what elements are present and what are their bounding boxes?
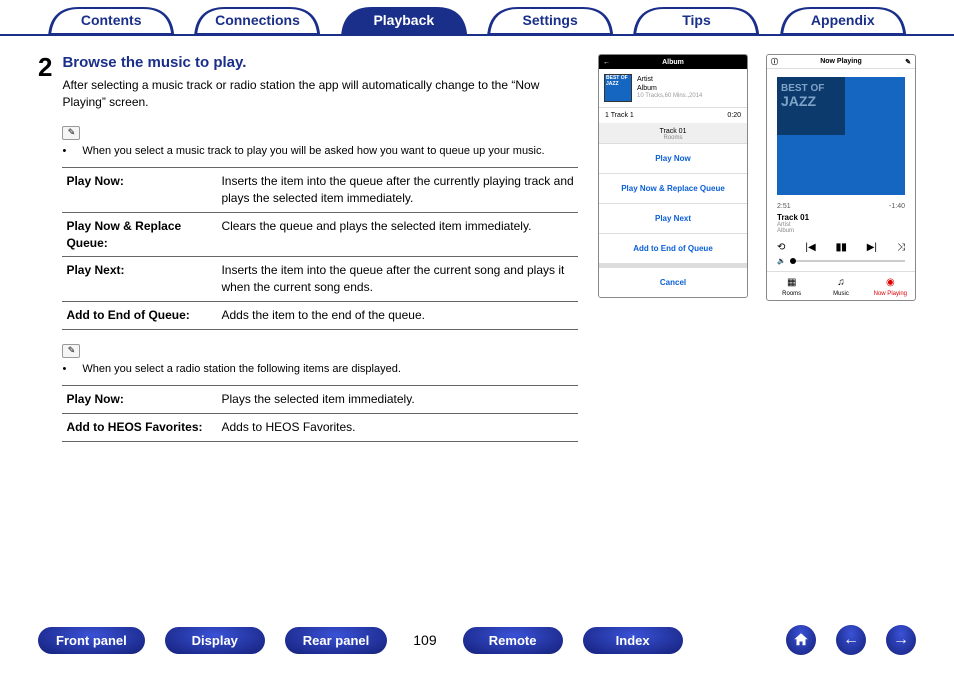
sheet-header: Track 01 Rooms bbox=[599, 124, 747, 144]
pause-icon[interactable]: ▮▮ bbox=[836, 242, 847, 253]
album-header: BEST OF JAZZ Artist Album 10 Tracks,60 M… bbox=[599, 69, 747, 108]
tab-connections[interactable]: Connections bbox=[184, 6, 330, 34]
tab-settings[interactable]: Settings bbox=[477, 6, 623, 34]
table-row: Add to HEOS Favorites:Adds to HEOS Favor… bbox=[62, 413, 578, 441]
radio-options-table: Play Now:Plays the selected item immedia… bbox=[62, 385, 578, 442]
album-meta: 10 Tracks,60 Mins.,2014 bbox=[637, 93, 702, 101]
queue-options-table: Play Now:Inserts the item into the queue… bbox=[62, 167, 578, 330]
tab-music[interactable]: ♫Music bbox=[816, 272, 865, 300]
top-tabs: Contents Connections Playback Settings T… bbox=[0, 0, 954, 36]
tab-rooms[interactable]: ▦Rooms bbox=[767, 272, 816, 300]
music-icon: ♫ bbox=[816, 275, 865, 291]
album-artist: Artist bbox=[637, 75, 702, 84]
step-title: Browse the music to play. bbox=[62, 54, 578, 71]
rooms-icon: ▦ bbox=[767, 275, 816, 291]
sheet-cancel[interactable]: Cancel bbox=[599, 268, 747, 297]
table-row: Play Now:Inserts the item into the queue… bbox=[62, 168, 578, 213]
display-button[interactable]: Display bbox=[165, 627, 265, 654]
info-icon: ⓘ bbox=[771, 57, 778, 67]
note-1: When you select a music track to play yo… bbox=[82, 144, 544, 159]
sheet-add-end[interactable]: Add to End of Queue bbox=[599, 234, 747, 264]
table-row: Play Now:Plays the selected item immedia… bbox=[62, 386, 578, 414]
next-page-button[interactable]: → bbox=[886, 625, 916, 655]
front-panel-button[interactable]: Front panel bbox=[38, 627, 145, 654]
home-button[interactable] bbox=[786, 625, 816, 655]
prev-page-button[interactable]: ← bbox=[836, 625, 866, 655]
index-button[interactable]: Index bbox=[583, 627, 683, 654]
note-2: When you select a radio station the foll… bbox=[82, 362, 401, 377]
table-row: Add to End of Queue:Adds the item to the… bbox=[62, 301, 578, 329]
elapsed-time: 2:51 bbox=[777, 203, 791, 210]
sheet-play-now[interactable]: Play Now bbox=[599, 144, 747, 174]
bottom-tabs: ▦Rooms ♫Music ◉Now Playing bbox=[767, 271, 915, 300]
tab-appendix[interactable]: Appendix bbox=[770, 6, 916, 34]
table-row: Play Next:Inserts the item into the queu… bbox=[62, 257, 578, 302]
playback-controls: ⟲ |◀ ▮▮ ▶| ⤨ bbox=[767, 234, 915, 257]
note-icon: ✎ bbox=[62, 344, 80, 358]
album-name: Album bbox=[637, 84, 702, 93]
now-playing-icon: ◉ bbox=[866, 275, 915, 291]
sheet-play-now-replace[interactable]: Play Now & Replace Queue bbox=[599, 174, 747, 204]
now-playing-artwork: BEST OFJAZZ bbox=[777, 77, 905, 195]
speaker-icon: 🔉 bbox=[777, 257, 786, 265]
next-icon[interactable]: ▶| bbox=[867, 242, 877, 253]
page-number: 109 bbox=[413, 632, 436, 648]
repeat-icon[interactable]: ⟲ bbox=[777, 242, 785, 253]
remote-button[interactable]: Remote bbox=[463, 627, 563, 654]
step-number: 2 bbox=[38, 54, 52, 80]
track-row: 1 Track 10:20 bbox=[599, 108, 747, 124]
tab-contents[interactable]: Contents bbox=[38, 6, 184, 34]
tab-now-playing[interactable]: ◉Now Playing bbox=[866, 272, 915, 300]
tab-playback[interactable]: Playback bbox=[331, 6, 477, 34]
album-thumbnail: BEST OF JAZZ bbox=[604, 74, 632, 102]
back-icon: ← bbox=[603, 59, 610, 66]
phone-title: Album bbox=[662, 59, 684, 66]
rear-panel-button[interactable]: Rear panel bbox=[285, 627, 387, 654]
table-row: Play Now & Replace Queue:Clears the queu… bbox=[62, 212, 578, 257]
np-track-title: Track 01 bbox=[777, 213, 905, 222]
volume-slider[interactable]: 🔉 bbox=[767, 257, 915, 271]
footer-nav: Front panel Display Rear panel 109 Remot… bbox=[0, 625, 954, 655]
step-description: After selecting a music track or radio s… bbox=[62, 77, 578, 112]
tab-tips[interactable]: Tips bbox=[623, 6, 769, 34]
phone-title: Now Playing bbox=[820, 58, 862, 65]
remaining-time: -1:40 bbox=[889, 203, 905, 210]
phone-now-playing: ⓘ Now Playing ✎ BEST OFJAZZ 2:51 -1:40 Trac… bbox=[766, 54, 916, 301]
note-icon: ✎ bbox=[62, 126, 80, 140]
edit-icon: ✎ bbox=[905, 58, 911, 66]
phone-album-actionsheet: ← Album BEST OF JAZZ Artist Album 10 Trac… bbox=[598, 54, 748, 298]
sheet-play-next[interactable]: Play Next bbox=[599, 204, 747, 234]
shuffle-icon[interactable]: ⤨ bbox=[897, 242, 905, 253]
prev-icon[interactable]: |◀ bbox=[805, 242, 815, 253]
